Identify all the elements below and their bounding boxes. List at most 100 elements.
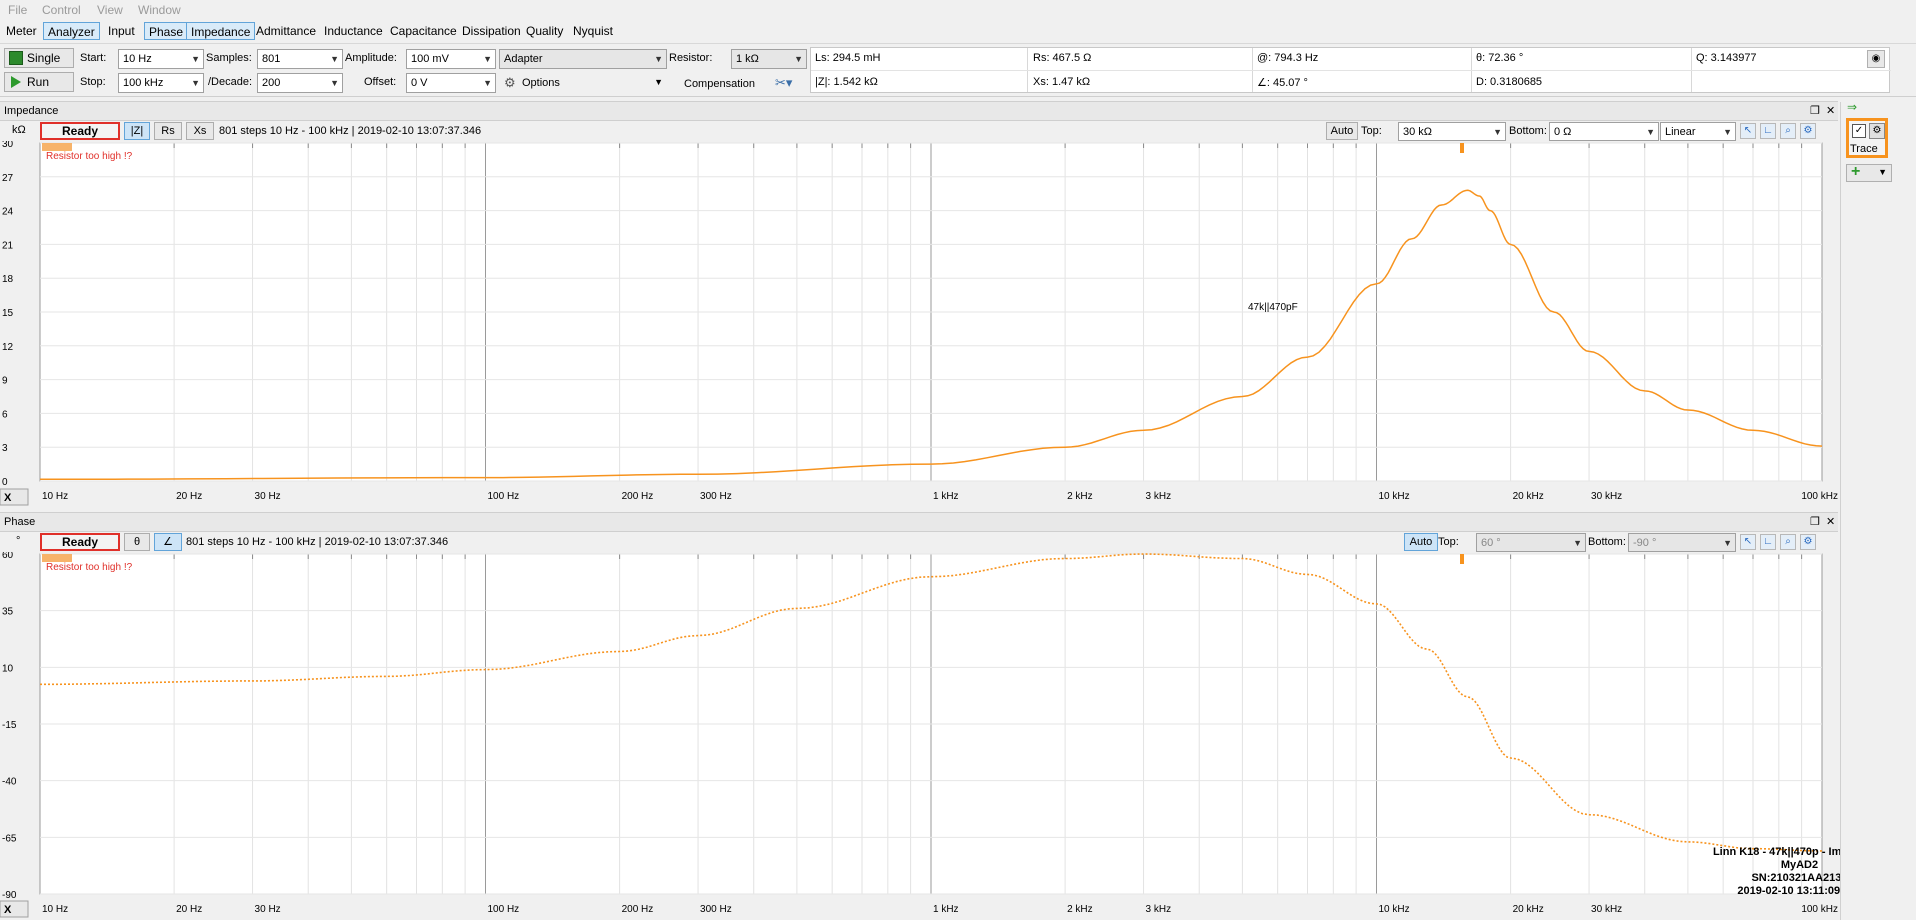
samples-select[interactable]: 801 ▼	[257, 49, 343, 69]
angle-readout: ∠: 45.07 °	[1257, 77, 1308, 89]
restore-icon[interactable]: ❐	[1810, 513, 1820, 531]
restore-icon[interactable]: ❐	[1810, 102, 1820, 120]
tab-capacitance[interactable]: Capacitance	[386, 22, 461, 40]
x-axis-button-label: X	[4, 492, 12, 504]
tab-input[interactable]: Input	[104, 22, 139, 40]
stop-select[interactable]: 100 kHz ▼	[118, 73, 204, 93]
offset-select[interactable]: 0 V ▼	[406, 73, 496, 93]
z-readout: |Z|: 1.542 kΩ	[815, 76, 878, 88]
tab-impedance[interactable]: Impedance	[186, 22, 256, 40]
tab-phase[interactable]: Phase	[144, 22, 189, 40]
scale-value: Linear	[1665, 126, 1696, 138]
amplitude-value: 100 mV	[411, 53, 449, 65]
chevron-down-icon: ▼	[654, 77, 663, 87]
trace-checkbox[interactable]: ✓	[1852, 124, 1866, 138]
menu-control[interactable]: Control	[42, 3, 81, 17]
y-tick-label: 24	[2, 207, 14, 218]
x-tick-label: 30 kHz	[1591, 904, 1622, 915]
z-button[interactable]: |Z|	[124, 122, 150, 140]
tab-quality[interactable]: Quality	[522, 22, 567, 40]
impedance-panel-title: Impedance	[4, 105, 59, 117]
top-label: Top:	[1438, 536, 1459, 548]
close-icon[interactable]: ✕	[1826, 513, 1835, 531]
rs-button[interactable]: Rs	[154, 122, 182, 140]
x-tick-label: 3 kHz	[1146, 904, 1172, 915]
chevron-down-icon: ▼	[794, 54, 803, 64]
tab-analyzer[interactable]: Analyzer	[43, 22, 100, 40]
divider	[811, 70, 1891, 71]
phase-chart[interactable]: 60 35 10 -15 -40 -65 -90 10 Hz 20 Hz 30 Hz 100 Hz…	[0, 552, 1838, 920]
axis-icon[interactable]: ∟	[1760, 534, 1776, 550]
trace-box[interactable]: ✓ ⚙ Trace	[1846, 118, 1888, 158]
auto-button[interactable]: Auto	[1326, 122, 1358, 140]
compensation-tools-icon[interactable]: ✂▾	[775, 75, 792, 91]
d-readout: D: 0.3180685	[1476, 76, 1543, 88]
samples-value: 801	[262, 53, 281, 65]
start-value: 10 Hz	[123, 53, 152, 65]
x-tick-label: 300 Hz	[700, 491, 732, 502]
add-trace-button[interactable]: + ▼	[1846, 163, 1892, 182]
measurement-readout: Ls: 294.5 mH Rs: 467.5 Ω @: 794.3 Hz θ: …	[810, 47, 1891, 93]
phase-status-badge: Ready	[40, 533, 120, 551]
tab-inductance[interactable]: Inductance	[320, 22, 387, 40]
bottom-select[interactable]: -90 ° ▼	[1628, 533, 1736, 552]
xs-button[interactable]: Xs	[186, 122, 214, 140]
chevron-down-icon: ▼	[1646, 127, 1655, 137]
phase-info: 801 steps 10 Hz - 100 kHz | 2019-02-10 1…	[186, 536, 449, 548]
x-tick-label: 10 kHz	[1379, 491, 1410, 502]
camera-icon[interactable]: ◉	[1867, 50, 1885, 68]
close-icon[interactable]: ✕	[1826, 102, 1835, 120]
tab-nyquist[interactable]: Nyquist	[569, 22, 617, 40]
tab-dissipation[interactable]: Dissipation	[458, 22, 525, 40]
decade-value: 200	[262, 77, 281, 89]
stop-value: 100 kHz	[123, 77, 164, 89]
x-tick-label: 1 kHz	[933, 491, 959, 502]
options-button[interactable]: ⚙ Options ▼	[502, 73, 667, 93]
amplitude-select[interactable]: 100 mV ▼	[406, 49, 496, 69]
cursor-icon[interactable]: ↖	[1740, 534, 1756, 550]
x-tick-label: 30 Hz	[255, 491, 281, 502]
start-select[interactable]: 10 Hz ▼	[118, 49, 204, 69]
settings-icon[interactable]: ⚙	[1800, 123, 1816, 139]
run-label: Run	[27, 75, 50, 89]
cursor-icon[interactable]: ↖	[1740, 123, 1756, 139]
offset-label: Offset:	[364, 76, 397, 88]
trace-annotation: 47k||470pF	[1248, 302, 1298, 313]
axis-icon[interactable]: ∟	[1760, 123, 1776, 139]
bottom-select[interactable]: 0 Ω ▼	[1549, 122, 1659, 141]
y-tick-label: -40	[2, 777, 17, 788]
top-select[interactable]: 30 kΩ ▼	[1398, 122, 1506, 141]
run-button[interactable]: Run	[4, 72, 74, 92]
x-tick-label: 100 Hz	[488, 904, 520, 915]
theta-button[interactable]: θ	[124, 533, 150, 551]
trace-label: Trace	[1850, 143, 1878, 155]
zoom-icon[interactable]: ⌕	[1780, 534, 1796, 550]
stop-label: Stop:	[80, 76, 106, 88]
settings-icon[interactable]: ⚙	[1800, 534, 1816, 550]
tab-admittance[interactable]: Admittance	[252, 22, 320, 40]
impedance-chart[interactable]: 0 3 6 9 12 15 18 21 24 27 30 10 Hz 20 Hz 30 Hz 100 Hz…	[0, 141, 1838, 507]
decade-select[interactable]: 200 ▼	[257, 73, 343, 93]
trace-settings-icon[interactable]: ⚙	[1869, 123, 1885, 139]
y-tick-label: 9	[2, 376, 8, 387]
resistor-select[interactable]: 1 kΩ ▼	[731, 49, 807, 69]
angle-button[interactable]: ∠	[154, 533, 182, 551]
menu-view[interactable]: View	[97, 3, 123, 17]
top-select[interactable]: 60 ° ▼	[1476, 533, 1586, 552]
menu-file[interactable]: File	[8, 3, 27, 17]
auto-button[interactable]: Auto	[1404, 533, 1438, 551]
x-tick-label: 1 kHz	[933, 904, 959, 915]
options-label: Options	[522, 77, 560, 89]
y-tick-label: 30	[2, 141, 14, 150]
x-tick-label: 20 kHz	[1513, 491, 1544, 502]
y-tick-label: 0	[2, 477, 8, 488]
arrow-right-icon[interactable]: ⇒	[1847, 100, 1857, 114]
single-button[interactable]: Single	[4, 48, 74, 68]
scale-select[interactable]: Linear ▼	[1660, 122, 1736, 141]
menu-window[interactable]: Window	[138, 3, 181, 17]
ls-readout: Ls: 294.5 mH	[815, 52, 881, 64]
chevron-down-icon: ▼	[330, 54, 339, 64]
tab-meter[interactable]: Meter	[2, 22, 41, 40]
zoom-icon[interactable]: ⌕	[1780, 123, 1796, 139]
adapter-select[interactable]: Adapter ▼	[499, 49, 667, 69]
